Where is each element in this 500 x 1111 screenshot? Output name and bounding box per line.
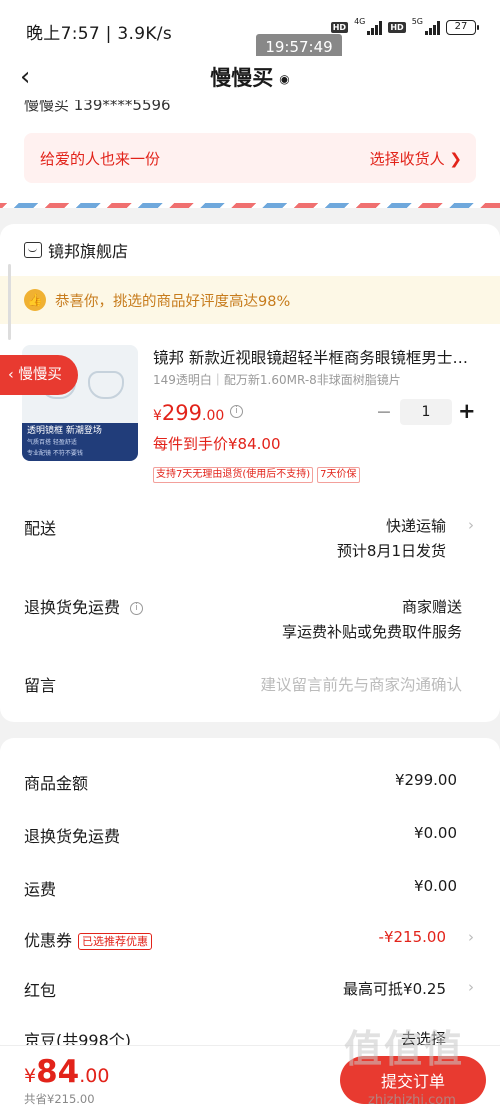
freight-value: ¥0.00 <box>414 877 457 895</box>
address-card: 慢慢买 139****5596 给爱的人也来一份 选择收货人 ❯ <box>0 100 500 208</box>
return-shipping-line2: 享运费补贴或免费取件服务 <box>281 623 462 641</box>
nav-bar: ‹ 慢慢买 ◉ <box>0 56 500 100</box>
thumbnail-caption: 透明镜框 新潮登场 气质百搭 轻盈舒适 专业配镜 不符不要钱 <box>22 423 138 461</box>
redpacket-label: 红包 <box>24 981 57 1000</box>
total-main: 84 <box>36 1054 80 1090</box>
product-price: ¥299.00 <box>153 401 224 425</box>
shipping-method[interactable]: 快递运输 <box>386 515 446 536</box>
select-recipient-link[interactable]: 选择收货人 ❯ <box>370 148 462 169</box>
thumb-line-3: 专业配镜 不符不要钱 <box>27 450 83 457</box>
return-shipping-line1: 商家赠送 <box>401 598 462 616</box>
service-tag-return: 支持7天无理由退货(使用后不支持) <box>153 467 314 483</box>
store-name: 镜邦旗舰店 <box>48 242 129 261</box>
freight-label: 运费 <box>24 880 57 899</box>
shipping-chevron-icon[interactable]: › <box>468 516 474 534</box>
redpacket-value[interactable]: 最高可抵¥0.25 <box>343 978 446 999</box>
address-contact[interactable]: 慢慢买 139****5596 <box>24 100 171 115</box>
thumb-line-2: 气质百搭 轻盈舒适 <box>27 439 77 446</box>
hd-badge-1: HD <box>330 22 349 33</box>
hd-badge-2: HD <box>388 22 406 33</box>
network-label-2: 5G <box>411 17 423 26</box>
goods-amount-value: ¥299.00 <box>394 771 457 789</box>
service-tag-price-protect: 7天价保 <box>317 467 360 483</box>
battery-icon: 27 <box>446 20 479 35</box>
coupon-label: 优惠券 <box>24 931 73 950</box>
page-title-text: 慢慢买 <box>210 66 274 90</box>
thumbs-up-icon: 👍 <box>24 289 46 311</box>
total-decimal: .00 <box>79 1065 110 1087</box>
return-shipping-row: 退换货免运费 i <box>24 594 144 618</box>
scroll-indicator[interactable] <box>8 264 11 340</box>
quantity-minus-button[interactable]: − <box>376 401 392 423</box>
float-tag-label: 慢慢买 <box>18 367 62 383</box>
thumb-line-1: 透明镜框 新潮登场 <box>27 426 102 436</box>
store-icon <box>24 242 42 258</box>
signal-icon-1 <box>367 20 383 35</box>
watermark: 值值值 <box>344 1027 465 1071</box>
unit-price: 每件到手价¥84.00 <box>153 435 281 453</box>
redpacket-chevron-icon[interactable]: › <box>468 978 474 996</box>
return-fee-label: 退换货免运费 <box>24 827 121 846</box>
return-fee-value: ¥0.00 <box>414 824 457 842</box>
goods-amount-label: 商品金额 <box>24 774 89 793</box>
price-decimal: .00 <box>202 408 225 424</box>
coupon-value[interactable]: -¥215.00 <box>379 928 446 946</box>
coupon-chevron-icon[interactable]: › <box>468 928 474 946</box>
watermark-url: zhizhizhi.com <box>368 1093 456 1108</box>
manmanmai-float-button[interactable]: ‹ 慢慢买 <box>0 355 78 395</box>
status-icons: HD 4G HD 5G 27 <box>330 17 479 35</box>
store-header[interactable]: 镜邦旗舰店 <box>24 238 128 262</box>
note-input[interactable]: 建议留言前先与商家沟通确认 <box>260 673 462 695</box>
gift-recipient-box[interactable]: 给爱的人也来一份 选择收货人 ❯ <box>24 133 476 183</box>
gift-text: 给爱的人也来一份 <box>40 150 161 168</box>
price-currency: ¥ <box>153 408 162 424</box>
price-main: 299 <box>161 401 203 425</box>
total-saved: 共省¥215.00 <box>24 1092 95 1106</box>
quantity-plus-button[interactable]: + <box>458 399 476 423</box>
shipping-eta: 预计8月1日发货 <box>336 542 446 560</box>
product-title[interactable]: 镜邦 新款近视眼镜超轻半框商务眼镜框男士配镜近视镜片 <box>153 346 475 368</box>
status-time-speed: 晚上7:57 | 3.9K/s <box>26 24 172 44</box>
network-label-1: 4G <box>354 17 366 26</box>
promo-banner: 👍 恭喜你，挑选的商品好评度高达98% <box>0 276 500 324</box>
order-summary-card: 商品金额 ¥299.00 退换货免运费 ¥0.00 运费 ¥0.00 优惠券 已选… <box>0 738 500 1058</box>
location-pin-icon: ◉ <box>279 72 290 86</box>
total-price: ¥84.00 <box>24 1054 109 1090</box>
page-title: 慢慢买 ◉ <box>0 62 500 92</box>
envelope-stripe <box>0 203 500 208</box>
service-tags: 支持7天无理由退货(使用后不支持) 7天价保 <box>153 467 360 483</box>
return-shipping-label: 退换货免运费 <box>24 598 121 617</box>
total-currency: ¥ <box>24 1065 37 1087</box>
status-bar: 晚上7:57 | 3.9K/s HD 4G HD 5G 27 <box>0 0 500 56</box>
price-info-icon[interactable]: i <box>230 405 243 418</box>
store-card: 镜邦旗舰店 👍 恭喜你，挑选的商品好评度高达98% 透明镜框 新潮登场 气质百搭… <box>0 224 500 722</box>
signal-icon-2 <box>425 20 440 35</box>
coupon-tag: 已选推荐优惠 <box>78 933 153 950</box>
quantity-input[interactable]: 1 <box>400 399 452 425</box>
shipping-label: 配送 <box>24 519 57 538</box>
promo-text: 恭喜你，挑选的商品好评度高达98% <box>55 294 291 310</box>
note-label: 留言 <box>24 676 57 695</box>
product-spec[interactable]: 149透明白｜配万新1.60MR-8非球面树脂镜片 <box>153 371 401 388</box>
coupon-row: 优惠券 已选推荐优惠 <box>24 927 153 951</box>
return-info-icon[interactable]: i <box>130 602 144 615</box>
